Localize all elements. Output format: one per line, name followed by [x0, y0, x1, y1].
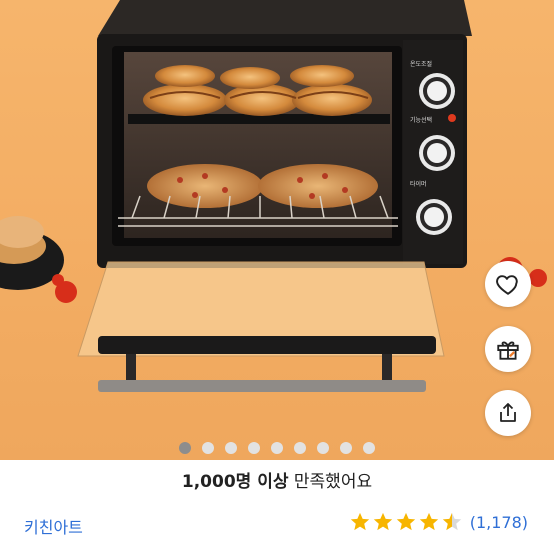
carousel-dot[interactable]: [225, 442, 237, 454]
svg-text:타이머: 타이머: [410, 180, 427, 188]
carousel-indicator: [0, 441, 554, 455]
star-icon: [373, 512, 392, 531]
carousel-dot[interactable]: [340, 442, 352, 454]
product-image: 온도조절 기능선택 타이머: [0, 0, 547, 392]
like-button[interactable]: [485, 261, 531, 307]
satisfaction-count: 1,000명 이상: [181, 472, 289, 492]
product-image-area[interactable]: 온도조절 기능선택 타이머: [0, 0, 554, 460]
svg-text:온도조절: 온도조절: [410, 60, 432, 68]
carousel-dot[interactable]: [271, 442, 283, 454]
brand-link[interactable]: 키친아트: [24, 514, 83, 538]
carousel-dot[interactable]: [317, 442, 329, 454]
carousel-dot[interactable]: [248, 442, 260, 454]
carousel-dot[interactable]: [179, 442, 191, 454]
heart-icon: [496, 275, 518, 295]
svg-text:기능선택: 기능선택: [410, 116, 432, 124]
carousel-dot[interactable]: [363, 442, 375, 454]
gift-icon: [497, 341, 519, 360]
satisfaction-suffix: 만족했어요: [288, 472, 373, 492]
star-icon: [350, 512, 369, 531]
carousel-dot[interactable]: [202, 442, 214, 454]
share-icon: [500, 403, 516, 422]
carousel-dot[interactable]: [294, 442, 306, 454]
star-icon: [419, 512, 438, 531]
star-icon: [396, 512, 415, 531]
star-half-icon: [442, 512, 461, 531]
review-count[interactable]: (1,178): [470, 513, 528, 532]
gift-button[interactable]: [485, 326, 531, 372]
rating-summary[interactable]: (1,178): [349, 511, 528, 533]
share-button[interactable]: [485, 390, 531, 436]
satisfaction-text: 1,000명 이상 만족했어요: [0, 467, 554, 492]
